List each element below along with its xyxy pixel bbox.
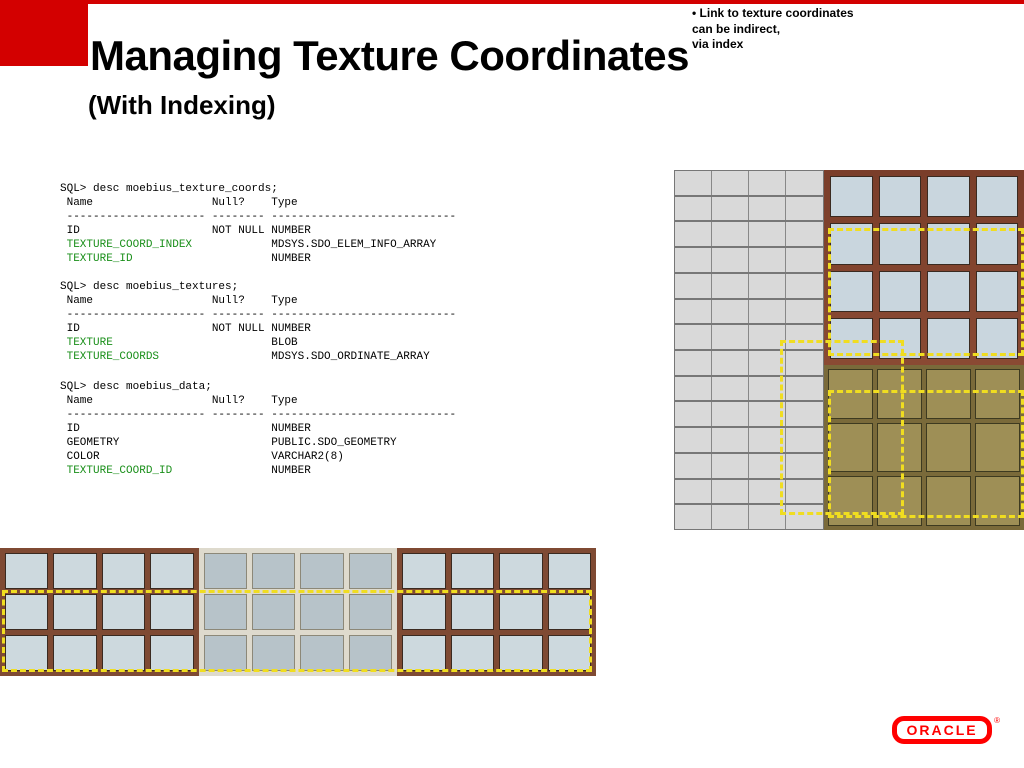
right-texture-image xyxy=(674,170,1024,530)
red-top-bar xyxy=(88,0,1024,4)
grey-building-column xyxy=(674,170,824,530)
red-corner-block xyxy=(0,0,88,66)
slide-title: Managing Texture Coordinates xyxy=(90,32,689,80)
annotation-line2: can be indirect, xyxy=(692,22,932,37)
bottom-panel-1 xyxy=(0,548,199,676)
annotation-line3: via index xyxy=(692,37,932,52)
bottom-panel-3 xyxy=(397,548,596,676)
sql-block-2: SQL> desc moebius_textures; Name Null? T… xyxy=(60,280,456,364)
oracle-logo: ORACLE ® xyxy=(892,716,1000,744)
sql-block-3: SQL> desc moebius_data; Name Null? Type … xyxy=(60,380,456,479)
brick-building-column xyxy=(824,170,1024,530)
sql-block-1: SQL> desc moebius_texture_coords; Name N… xyxy=(60,182,456,266)
annotation-line1: • Link to texture coordinates xyxy=(692,6,932,21)
registered-mark: ® xyxy=(994,716,1000,725)
annotation-text: • Link to texture coordinates can be ind… xyxy=(692,6,932,52)
balcony-section xyxy=(824,365,1024,530)
brick-upper-section xyxy=(824,170,1024,365)
oracle-logo-text: ORACLE xyxy=(892,716,992,744)
bottom-texture-image xyxy=(0,548,596,676)
slide: • Link to texture coordinates can be ind… xyxy=(0,0,1024,768)
slide-subtitle: (With Indexing) xyxy=(88,90,276,121)
bottom-panel-2 xyxy=(199,548,398,676)
